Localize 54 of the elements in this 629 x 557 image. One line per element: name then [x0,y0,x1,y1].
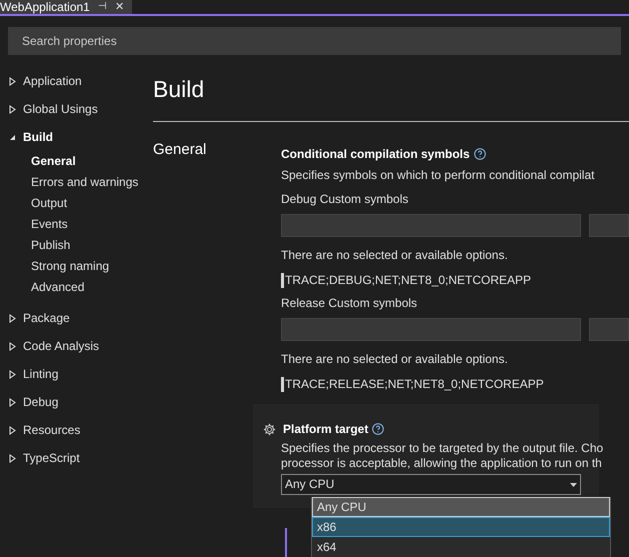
symbols-value: TRACE;DEBUG;NET;NET8_0;NETCOREAPP [281,273,629,288]
sidebar-item[interactable]: Linting [9,360,145,388]
dropdown-caret-icon[interactable] [570,482,577,486]
collapsed-caret-icon[interactable] [9,104,16,114]
symbols-input-field[interactable] [281,214,581,237]
platform-dropdown[interactable]: Any CPU [281,474,581,495]
gear-icon [263,422,276,436]
collapsed-caret-icon[interactable] [9,76,16,86]
collapsed-caret-icon[interactable] [9,426,16,434]
setting-description: Specifies symbols on which to perform conditional compilat [281,167,596,184]
sidebar-subitem[interactable]: Advanced [9,277,145,298]
symbols-input-field[interactable] [589,318,629,341]
help-icon[interactable] [372,423,384,435]
search-field[interactable]: Search properties [8,27,621,55]
empty-message: There are no selected or available options. [281,247,509,264]
page-title: Build [153,75,206,104]
symbols-input-field[interactable] [589,214,629,237]
dropdown-option[interactable]: x86 [312,517,610,537]
sidebar-item[interactable]: Build [9,123,145,151]
sidebar-item[interactable]: Debug [9,388,145,416]
sidebar-subitem[interactable]: Output [9,193,145,214]
sidebar-subitem[interactable]: General [9,151,145,172]
sidebar-subitem[interactable]: Publish [9,235,145,256]
document-tab[interactable]: WebApplication1 ⊣ ✕ [0,0,132,14]
setting-title: Platform target [283,421,368,438]
section-title: General [153,141,208,159]
sidebar-item[interactable]: Package [9,304,145,332]
field-label: Release Custom symbols [281,295,418,312]
sidebar-item[interactable]: Code Analysis [9,332,145,360]
empty-message: There are no selected or available options. [281,351,509,368]
collapsed-caret-icon[interactable] [9,314,16,322]
setting-title: Conditional compilation symbols [281,146,470,163]
symbols-value: TRACE;RELEASE;NET;NET8_0;NETCOREAPP [281,377,629,392]
sidebar-item[interactable]: Resources [9,416,145,444]
expanded-caret-icon[interactable] [9,132,16,142]
collapsed-caret-icon[interactable] [9,454,16,462]
collapsed-caret-icon[interactable] [9,370,16,378]
collapsed-caret-icon[interactable] [9,398,16,406]
collapsed-caret-icon[interactable] [9,342,16,350]
setting-description-line: processor is acceptable, allowing the application to run on th [281,456,599,471]
sidebar-item[interactable]: Application [9,67,145,95]
sidebar-subitem[interactable]: Errors and warnings [9,172,145,193]
dropdown-option[interactable]: Any CPU [312,497,610,517]
close-icon[interactable]: ✕ [114,2,124,12]
tab-title: WebApplication1 [0,1,90,13]
pin-icon[interactable]: ⊣ [98,2,107,12]
sidebar-subitem[interactable]: Events [9,214,145,235]
sidebar-item[interactable]: Global Usings [9,95,145,123]
dropdown-option[interactable]: x64 [312,537,610,557]
sidebar-subitem[interactable]: Strong naming [9,256,145,277]
help-icon[interactable] [474,148,486,160]
field-label: Debug Custom symbols [281,191,410,208]
symbols-input-field[interactable] [281,318,581,341]
sidebar-item[interactable]: TypeScript [9,444,145,472]
